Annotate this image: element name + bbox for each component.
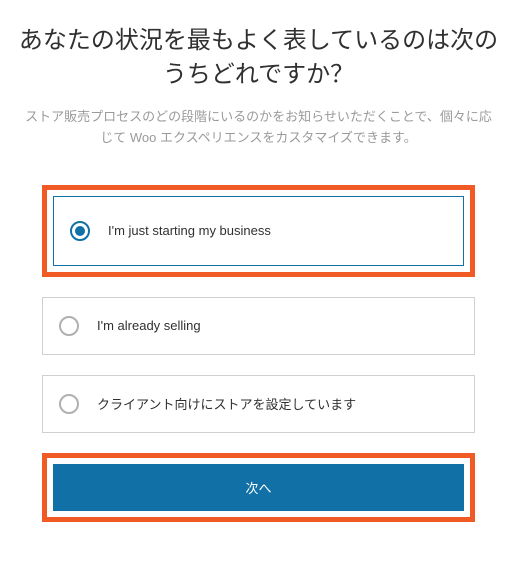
button-wrapper: 次へ (18, 453, 499, 522)
option-client-store[interactable]: クライアント向けにストアを設定しています (42, 375, 475, 433)
radio-icon (59, 316, 79, 336)
highlight-next-button: 次へ (42, 453, 475, 522)
option-already-selling[interactable]: I'm already selling (42, 297, 475, 355)
radio-icon (70, 221, 90, 241)
radio-icon (59, 394, 79, 414)
option-label: I'm already selling (97, 318, 201, 333)
option-label: I'm just starting my business (108, 223, 271, 238)
page-description: ストア販売プロセスのどの段階にいるのかをお知らせいただくことで、個々に応じて W… (18, 107, 499, 149)
page-heading: あなたの状況を最もよく表しているのは次のうちどれですか？ (18, 24, 499, 91)
highlight-option-starting: I'm just starting my business (42, 185, 475, 277)
options-group: I'm just starting my business I'm alread… (18, 185, 499, 433)
next-button[interactable]: 次へ (53, 464, 464, 511)
option-starting-business[interactable]: I'm just starting my business (53, 196, 464, 266)
option-label: クライアント向けにストアを設定しています (97, 394, 356, 413)
